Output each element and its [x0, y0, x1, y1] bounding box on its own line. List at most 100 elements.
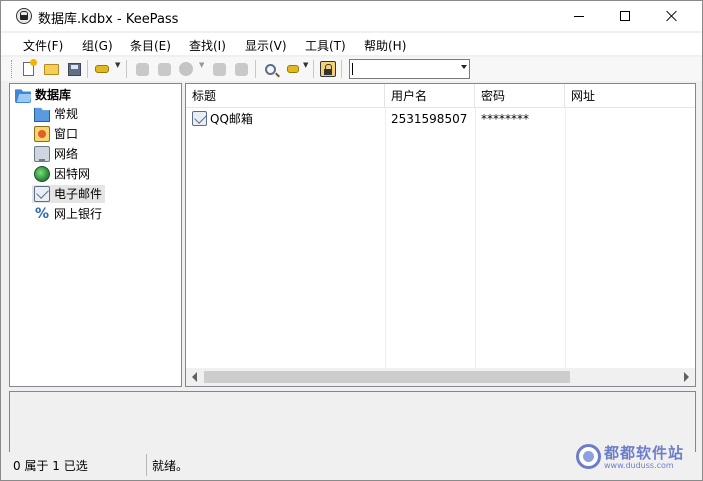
- entry-title: QQ邮箱: [210, 112, 253, 126]
- close-button[interactable]: [648, 1, 694, 31]
- tree-node-general[interactable]: 常规: [32, 105, 81, 123]
- copy-username-icon: [179, 62, 193, 76]
- add-entry-button[interactable]: [93, 60, 111, 78]
- percent-icon: %: [34, 206, 50, 222]
- add-entry-key-icon: [95, 65, 109, 73]
- folder-open-icon: [15, 89, 31, 103]
- menu-tools[interactable]: 工具(T): [305, 35, 346, 56]
- save-disk-icon: [67, 62, 81, 76]
- network-icon: [34, 146, 50, 162]
- email-icon: [34, 186, 50, 202]
- column-divider: [475, 108, 476, 370]
- open-database-button[interactable]: [42, 60, 60, 78]
- column-divider: [385, 108, 386, 370]
- column-header-password[interactable]: 密码: [475, 84, 565, 108]
- open-folder-icon: [43, 63, 59, 75]
- column-header-url[interactable]: 网址: [565, 84, 695, 108]
- menu-help[interactable]: 帮助(H): [364, 35, 406, 56]
- group-tree[interactable]: 数据库 常规 窗口 网络 因特网 电子邮件 % 网上银行: [9, 83, 182, 387]
- scroll-left-icon[interactable]: [192, 372, 197, 382]
- lock-workspace-icon: [320, 61, 336, 77]
- copy-password-button[interactable]: [210, 60, 228, 78]
- menu-find[interactable]: 查找(I): [189, 35, 226, 56]
- toolbar-separator: [255, 60, 256, 78]
- globe-icon: [34, 166, 50, 182]
- column-header-title[interactable]: 标题: [186, 84, 385, 108]
- new-database-icon: [22, 59, 37, 76]
- entry-list[interactable]: 标题 用户名 密码 网址 QQ邮箱 2531598507 ********: [185, 83, 696, 387]
- toolbar-separator: [126, 60, 127, 78]
- toolbar: ▼ ▼ ▼: [1, 57, 702, 81]
- chevron-down-icon[interactable]: ▼: [115, 61, 120, 69]
- text-caret: [352, 63, 353, 75]
- tree-node-label: 数据库: [35, 88, 72, 102]
- edit-entry-button[interactable]: [133, 60, 151, 78]
- tree-node-email[interactable]: 电子邮件: [32, 185, 106, 203]
- tree-node-network[interactable]: 网络: [32, 145, 81, 163]
- entries-filter-icon: [287, 65, 299, 73]
- table-row[interactable]: QQ邮箱 2531598507 ********: [186, 110, 695, 128]
- find-magnifier-icon: [264, 63, 276, 75]
- delete-entry-icon: [157, 62, 171, 76]
- maximize-icon: [620, 11, 630, 21]
- quick-find-combobox[interactable]: [349, 59, 470, 79]
- keepass-window: 数据库.kdbx - KeePass 文件(F) 组(G) 条目(E) 查找(I…: [0, 0, 703, 481]
- toolbar-separator: [87, 60, 88, 78]
- minimize-button[interactable]: [556, 1, 602, 31]
- open-url-icon: [234, 62, 248, 76]
- find-button[interactable]: [261, 60, 279, 78]
- close-icon: [665, 10, 677, 22]
- open-url-button[interactable]: [232, 60, 250, 78]
- tree-node-label: 网络: [54, 147, 79, 161]
- menu-entry[interactable]: 条目(E): [130, 35, 171, 56]
- entries-filter-button[interactable]: [284, 60, 302, 78]
- entry-username: 2531598507: [391, 112, 468, 126]
- site-watermark: 都都软件站 www.duduss.com: [576, 442, 700, 474]
- keepass-lock-icon: [16, 8, 32, 24]
- email-icon: [192, 111, 207, 126]
- toolbar-grip[interactable]: [11, 60, 14, 78]
- copy-username-button[interactable]: [177, 60, 195, 78]
- selection-status: 0 属于 1 已选: [13, 459, 88, 473]
- new-database-button[interactable]: [19, 59, 37, 78]
- tree-node-root[interactable]: 数据库: [13, 86, 74, 104]
- watermark-text: 都都软件站: [604, 444, 685, 462]
- horizontal-scrollbar[interactable]: [186, 368, 695, 386]
- window-icon: [34, 126, 50, 142]
- chevron-down-icon[interactable]: ▼: [199, 61, 204, 69]
- tree-node-label: 因特网: [54, 167, 91, 181]
- window-title: 数据库.kdbx - KeePass: [38, 12, 179, 27]
- lock-workspace-button[interactable]: [319, 60, 337, 78]
- minimize-icon: [574, 15, 584, 17]
- column-divider: [565, 108, 566, 370]
- watermark-url: www.duduss.com: [604, 461, 674, 470]
- tree-node-online-banking[interactable]: % 网上银行: [32, 205, 105, 223]
- toolbar-separator: [341, 60, 342, 78]
- scrollbar-thumb[interactable]: [204, 371, 570, 383]
- menu-view[interactable]: 显示(V): [245, 35, 287, 56]
- chevron-down-icon[interactable]: [461, 65, 467, 69]
- save-database-button[interactable]: [65, 60, 83, 78]
- maximize-button[interactable]: [602, 1, 648, 31]
- chevron-down-icon[interactable]: ▼: [303, 61, 308, 69]
- tree-node-windows[interactable]: 窗口: [32, 125, 81, 143]
- watermark-logo-icon: [576, 444, 601, 469]
- toolbar-separator: [313, 60, 314, 78]
- tree-node-label: 电子邮件: [54, 187, 103, 201]
- delete-entry-button[interactable]: [155, 60, 173, 78]
- menu-group[interactable]: 组(G): [82, 35, 113, 56]
- folder-icon: [34, 107, 50, 122]
- status-divider: [146, 454, 147, 476]
- status-message: 就绪。: [152, 459, 189, 473]
- entry-password: ********: [481, 112, 529, 126]
- tree-node-internet[interactable]: 因特网: [32, 165, 93, 183]
- tree-node-label: 网上银行: [54, 207, 103, 221]
- edit-entry-icon: [135, 62, 149, 76]
- menu-bar: 文件(F) 组(G) 条目(E) 查找(I) 显示(V) 工具(T) 帮助(H): [1, 33, 702, 55]
- tree-node-label: 常规: [54, 107, 79, 121]
- column-header-username[interactable]: 用户名: [385, 84, 475, 108]
- menu-file[interactable]: 文件(F): [23, 35, 63, 56]
- tree-node-label: 窗口: [54, 127, 79, 141]
- title-bar[interactable]: 数据库.kdbx - KeePass: [1, 1, 702, 31]
- scroll-right-icon[interactable]: [684, 372, 689, 382]
